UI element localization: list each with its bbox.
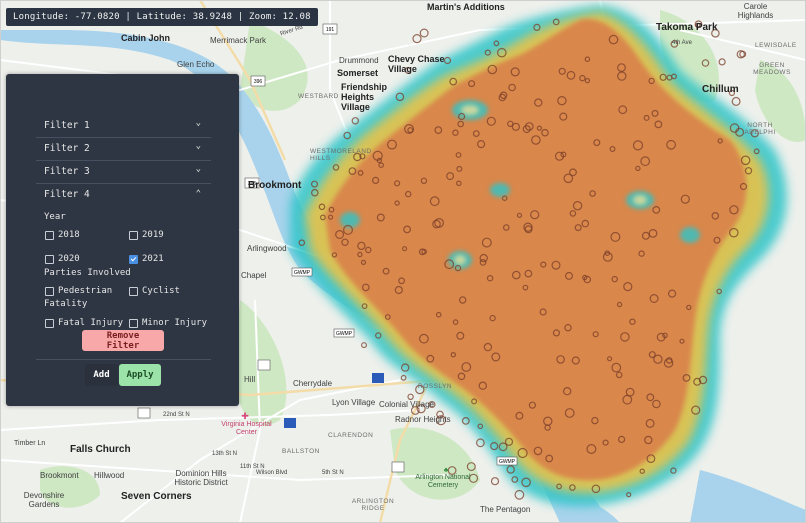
year-2020-label: 2020 xyxy=(58,254,80,264)
place-label: Hillwood xyxy=(94,471,125,480)
neighborhood-label: WESTBARD xyxy=(298,93,339,100)
cemetery-icon: ♣ xyxy=(444,467,449,474)
fatality-heading: Fatality xyxy=(44,299,88,309)
neighborhood-label: NORTH ADELPHI xyxy=(744,122,776,136)
minor-injury-checkbox[interactable] xyxy=(129,319,138,328)
filter-3-label: Filter 3 xyxy=(44,166,90,177)
year-heading: Year xyxy=(44,212,66,222)
place-label: Chapel xyxy=(241,271,267,280)
fatal-injury-label: Fatal Injury xyxy=(58,318,124,328)
minor-injury-label: Minor Injury xyxy=(142,318,208,328)
remove-filter-button[interactable]: Remove Filter xyxy=(82,330,164,351)
place-label: Devonshire Gardens xyxy=(23,491,65,509)
place-label: Cabin John xyxy=(121,33,170,43)
fatal-injury-checkbox[interactable] xyxy=(45,319,54,328)
year-2019-checkbox[interactable] xyxy=(129,231,138,240)
neighborhood-label: GREEN MEADOWS xyxy=(753,62,791,76)
pedestrian-checkbox[interactable] xyxy=(45,287,54,296)
shield-gwmp: GWMP xyxy=(294,270,311,276)
shield-gwmp: GWMP xyxy=(499,459,516,465)
road-label: Wilson Blvd xyxy=(256,470,288,476)
hospital-icon: ✚ xyxy=(241,411,249,421)
neighborhood-label: ARLINGTON RIDGE xyxy=(351,498,395,512)
road-label: Timber Ln xyxy=(14,440,46,447)
place-label: Brookmont xyxy=(40,471,79,480)
filter-3-section[interactable]: Filter 3 ⌄ xyxy=(36,161,211,184)
parties-heading: Parties Involved xyxy=(44,268,131,278)
place-label: Lyon Village xyxy=(332,398,376,407)
place-label: The Pentagon xyxy=(480,505,531,514)
neighborhood-label: BALLSTON xyxy=(282,448,320,455)
place-label: Arlingwood xyxy=(247,244,287,253)
road-label: 13th St N xyxy=(212,451,238,457)
shield-gwmp: GWMP xyxy=(336,331,353,337)
add-button[interactable]: Add xyxy=(85,364,118,386)
place-label: Martin's Additions xyxy=(427,2,505,12)
cyclist-label: Cyclist xyxy=(142,286,180,296)
place-label: Chevy Chase Village xyxy=(388,54,445,74)
place-label: Brookmont xyxy=(248,180,302,191)
place-label: Glen Echo xyxy=(177,60,215,69)
filter-2-section[interactable]: Filter 2 ⌄ xyxy=(36,138,211,161)
place-label: Somerset xyxy=(337,68,379,78)
pedestrian-label: Pedestrian xyxy=(58,286,113,296)
place-label: Radnor Heights xyxy=(395,415,451,424)
neighborhood-label: CLARENDON xyxy=(328,432,374,439)
place-label: Dominion Hills Historic District xyxy=(174,469,228,487)
year-2021-checkbox[interactable] xyxy=(129,255,138,264)
neighborhood-label: ROSSLYN xyxy=(418,383,453,390)
place-label: Drummond xyxy=(339,56,379,65)
apply-button[interactable]: Apply xyxy=(119,364,161,386)
place-label: Hill xyxy=(244,375,256,384)
year-2021-label: 2021 xyxy=(142,254,164,264)
cyclist-checkbox[interactable] xyxy=(129,287,138,296)
chevron-up-icon: ⌃ xyxy=(195,189,201,199)
filter-1-label: Filter 1 xyxy=(44,120,90,131)
filter-4-label: Filter 4 xyxy=(44,189,90,200)
place-label: Friendship Heights Village xyxy=(341,82,388,112)
place-label: Virginia Hospital Center xyxy=(221,421,272,436)
place-label: Falls Church xyxy=(70,444,131,455)
place-label: Cherrydale xyxy=(293,379,333,388)
shield-396: 396 xyxy=(254,79,263,85)
road-label: 22nd St N xyxy=(163,412,190,418)
year-2018-checkbox[interactable] xyxy=(45,231,54,240)
place-label: Seven Corners xyxy=(121,491,192,502)
year-2018-label: 2018 xyxy=(58,230,80,240)
coordinate-readout: Longitude: -77.0820 | Latitude: 38.9248 … xyxy=(6,8,318,26)
chevron-down-icon: ⌄ xyxy=(195,164,201,174)
place-label: Arlington National Cemetery xyxy=(415,474,471,489)
year-2020-checkbox[interactable] xyxy=(45,255,54,264)
chevron-down-icon: ⌄ xyxy=(195,141,201,151)
place-label: Chillum xyxy=(702,84,739,95)
year-2019-label: 2019 xyxy=(142,230,164,240)
filter-1-section[interactable]: Filter 1 ⌄ xyxy=(36,115,211,138)
shield-191: 191 xyxy=(326,27,335,33)
filter-2-label: Filter 2 xyxy=(44,143,90,154)
place-label: Carole Highlands xyxy=(737,2,774,20)
road-label: 4th Ave xyxy=(672,40,692,46)
road-label: 5th St N xyxy=(322,470,344,476)
divider xyxy=(36,359,211,360)
neighborhood-label: LEWISDALE xyxy=(755,42,797,49)
place-label: Takoma Park xyxy=(656,22,718,33)
filter-4-section[interactable]: Filter 4 ⌃ xyxy=(36,184,211,206)
neighborhood-label: WESTMORELAND HILLS xyxy=(310,148,372,162)
place-label: Merrimack Park xyxy=(210,36,267,45)
place-label: Colonial Village xyxy=(379,400,434,409)
chevron-down-icon: ⌄ xyxy=(195,118,201,128)
